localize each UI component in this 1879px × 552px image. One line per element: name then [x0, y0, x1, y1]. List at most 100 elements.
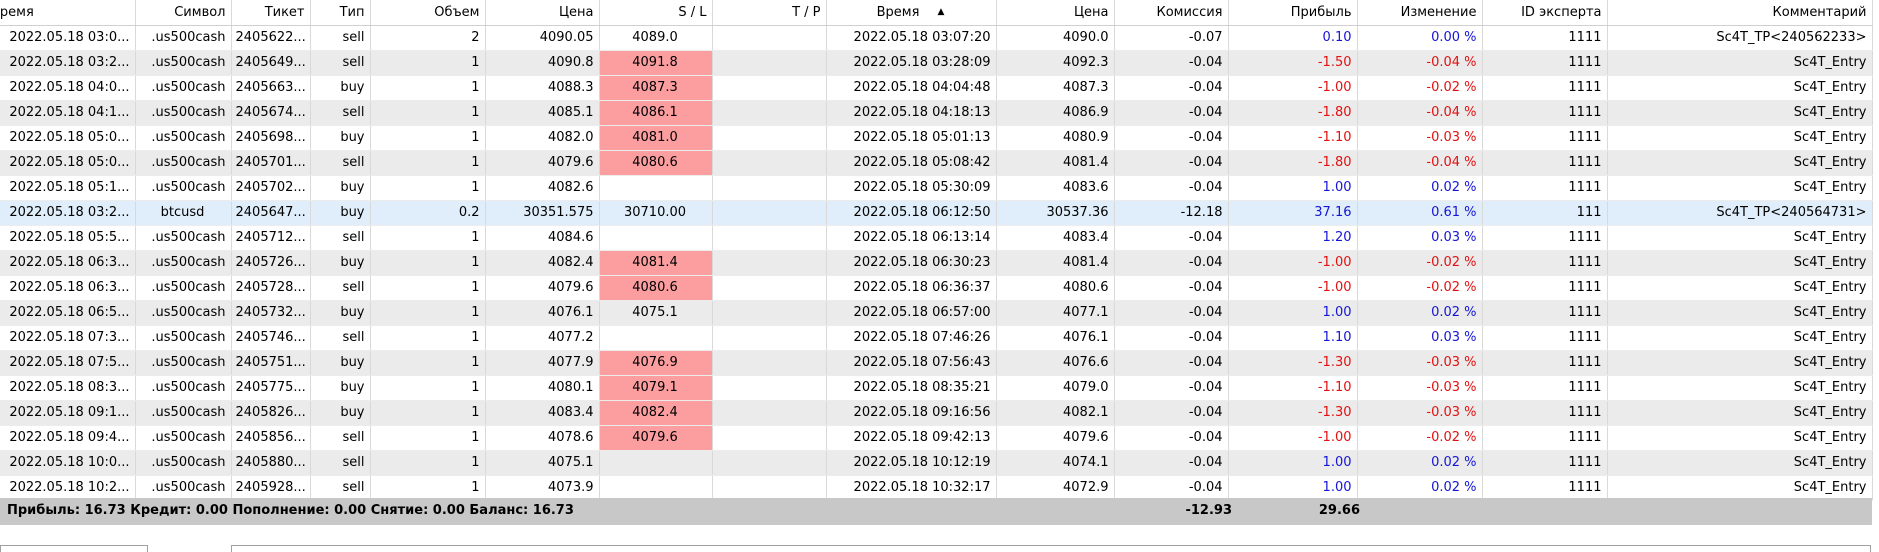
column-header-time[interactable]: Время — [0, 0, 136, 26]
bottom-tab[interactable] — [0, 545, 148, 552]
cell-close-time: 2022.05.18 09:16:56 — [826, 400, 997, 426]
cell-symbol: .us500cash — [135, 325, 232, 351]
cell-profit: 1.20 — [1228, 225, 1358, 251]
cell-volume: 1 — [370, 425, 486, 451]
cell-type: sell — [310, 50, 371, 76]
cell-type: sell — [310, 25, 371, 51]
cell-sl: 30710.00 — [599, 200, 713, 226]
cell-sl: 4087.3 — [599, 75, 713, 101]
cell-type: sell — [310, 225, 371, 251]
cell-symbol: .us500cash — [135, 450, 232, 476]
cell-change: -0.04 % — [1357, 100, 1483, 126]
cell-sl: 4086.1 — [599, 100, 713, 126]
cell-volume: 1 — [370, 450, 486, 476]
cell-close-time: 2022.05.18 09:42:13 — [826, 425, 997, 451]
cell-sl: 4091.8 — [599, 50, 713, 76]
cell-time: 2022.05.18 05:1... — [0, 175, 136, 201]
cell-close-time: 2022.05.18 07:56:43 — [826, 350, 997, 376]
cell-close-price: 4077.1 — [996, 300, 1115, 326]
cell-commission: -0.04 — [1114, 250, 1229, 276]
column-header-price[interactable]: Цена — [485, 0, 600, 26]
cell-close-price: 4080.9 — [996, 125, 1115, 151]
cell-close-time: 2022.05.18 05:08:42 — [826, 150, 997, 176]
cell-close-time: 2022.05.18 06:36:37 — [826, 275, 997, 301]
cell-profit: -1.00 — [1228, 75, 1358, 101]
cell-sl: 4076.9 — [599, 350, 713, 376]
cell-close-time: 2022.05.18 08:35:21 — [826, 375, 997, 401]
cell-tp — [712, 325, 827, 351]
table-row[interactable]: 2022.05.18 05:5... .us500cash 2405712... se… — [0, 225, 1873, 251]
cell-commission: -0.04 — [1114, 100, 1229, 126]
cell-close-time: 2022.05.18 10:12:19 — [826, 450, 997, 476]
table-row[interactable]: 2022.05.18 05:1... .us500cash 2405702... bu… — [0, 175, 1873, 201]
cell-volume: 1 — [370, 325, 486, 351]
cell-commission: -0.04 — [1114, 375, 1229, 401]
column-header-type[interactable]: Тип — [310, 0, 371, 26]
cell-volume: 1 — [370, 375, 486, 401]
cell-ticket: 2405732... — [231, 300, 311, 326]
table-row[interactable]: 2022.05.18 06:3... .us500cash 2405728... se… — [0, 275, 1873, 301]
column-header-ticket[interactable]: Тикет — [231, 0, 311, 26]
cell-close-time: 2022.05.18 06:13:14 — [826, 225, 997, 251]
cell-time: 2022.05.18 07:5... — [0, 350, 136, 376]
cell-commission: -0.04 — [1114, 225, 1229, 251]
cell-sl: 4081.0 — [599, 125, 713, 151]
cell-symbol: .us500cash — [135, 375, 232, 401]
cell-change: -0.04 % — [1357, 50, 1483, 76]
table-row[interactable]: 2022.05.18 05:0... .us500cash 2405701... se… — [0, 150, 1873, 176]
column-header-close-price[interactable]: Цена — [996, 0, 1115, 26]
column-header-symbol[interactable]: Символ — [135, 0, 232, 26]
table-row[interactable]: 2022.05.18 10:2... .us500cash 2405928... se… — [0, 475, 1873, 501]
table-row[interactable]: 2022.05.18 07:5... .us500cash 2405751... bu… — [0, 350, 1873, 376]
cell-profit: 1.00 — [1228, 450, 1358, 476]
cell-time: 2022.05.18 05:0... — [0, 150, 136, 176]
table-row[interactable]: 2022.05.18 05:0... .us500cash 2405698... bu… — [0, 125, 1873, 151]
cell-sl: 4080.6 — [599, 150, 713, 176]
table-row[interactable]: 2022.05.18 03:0... .us500cash 2405622... se… — [0, 25, 1873, 51]
cell-profit: -1.00 — [1228, 250, 1358, 276]
cell-volume: 1 — [370, 300, 486, 326]
cell-change: 0.02 % — [1357, 475, 1483, 501]
cell-price: 4082.6 — [485, 175, 600, 201]
cell-profit: -1.30 — [1228, 350, 1358, 376]
table-row[interactable]: 2022.05.18 10:0... .us500cash 2405880... se… — [0, 450, 1873, 476]
table-row[interactable]: 2022.05.18 06:3... .us500cash 2405726... bu… — [0, 250, 1873, 276]
trade-history-table: Время Символ Тикет Тип Объем Цена S / L … — [0, 0, 1873, 501]
cell-time: 2022.05.18 09:1... — [0, 400, 136, 426]
cell-tp — [712, 250, 827, 276]
column-header-tp[interactable]: T / P — [712, 0, 827, 26]
cell-profit: -1.10 — [1228, 125, 1358, 151]
table-row[interactable]: 2022.05.18 03:2... .us500cash 2405649... se… — [0, 50, 1873, 76]
bottom-tab-strip-edge — [231, 545, 1871, 552]
cell-sl: 4089.0 — [599, 25, 713, 51]
column-header-commission[interactable]: Комиссия — [1114, 0, 1229, 26]
column-header-expert-id[interactable]: ID эксперта — [1482, 0, 1608, 26]
table-row[interactable]: 2022.05.18 09:1... .us500cash 2405826... bu… — [0, 400, 1873, 426]
cell-tp — [712, 225, 827, 251]
cell-close-price: 4081.4 — [996, 150, 1115, 176]
table-row[interactable]: 2022.05.18 06:5... .us500cash 2405732... bu… — [0, 300, 1873, 326]
column-header-profit[interactable]: Прибыль — [1228, 0, 1358, 26]
cell-type: buy — [310, 375, 371, 401]
column-header-sl[interactable]: S / L — [599, 0, 713, 26]
column-header-change[interactable]: Изменение — [1357, 0, 1483, 26]
table-row[interactable]: 2022.05.18 03:2... btcusd 2405647... buy 0.2… — [0, 200, 1873, 226]
column-header-volume[interactable]: Объем — [370, 0, 486, 26]
table-row[interactable]: 2022.05.18 04:1... .us500cash 2405674... se… — [0, 100, 1873, 126]
table-row[interactable]: 2022.05.18 04:0... .us500cash 2405663... bu… — [0, 75, 1873, 101]
cell-tp — [712, 100, 827, 126]
cell-symbol: .us500cash — [135, 125, 232, 151]
table-row[interactable]: 2022.05.18 08:3... .us500cash 2405775... bu… — [0, 375, 1873, 401]
column-header-close-time[interactable]: Время ▲ — [826, 0, 997, 26]
cell-type: sell — [310, 100, 371, 126]
cell-change: -0.03 % — [1357, 375, 1483, 401]
cell-symbol: .us500cash — [135, 25, 232, 51]
cell-type: buy — [310, 125, 371, 151]
table-row[interactable]: 2022.05.18 09:4... .us500cash 2405856... se… — [0, 425, 1873, 451]
cell-symbol: .us500cash — [135, 225, 232, 251]
cell-tp — [712, 400, 827, 426]
table-row[interactable]: 2022.05.18 07:3... .us500cash 2405746... se… — [0, 325, 1873, 351]
cell-ticket: 2405751... — [231, 350, 311, 376]
column-header-comment[interactable]: Комментарий — [1607, 0, 1873, 26]
cell-profit: -1.30 — [1228, 400, 1358, 426]
